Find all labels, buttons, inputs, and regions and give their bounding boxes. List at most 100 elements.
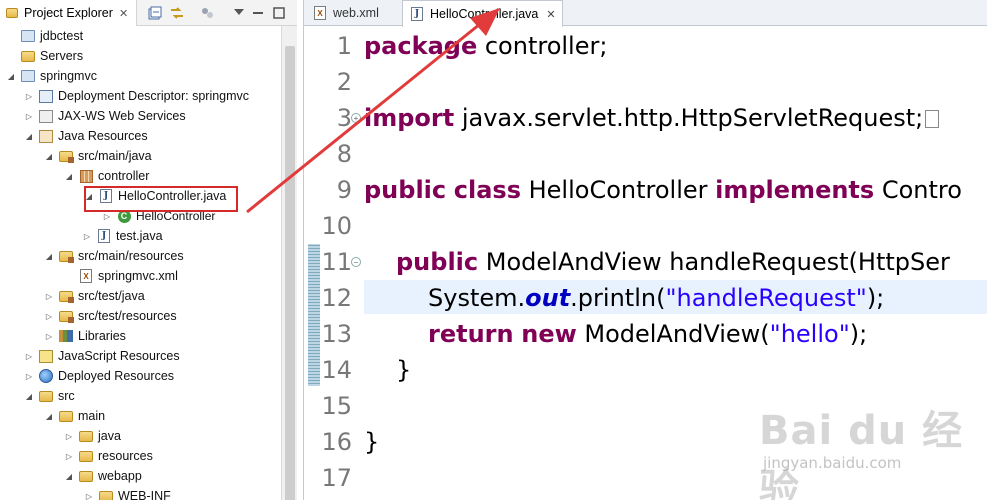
folder-icon: [98, 488, 114, 500]
static-field: out: [525, 284, 571, 312]
keyword: new: [521, 320, 577, 348]
collapsed-arrow-icon[interactable]: ▷: [24, 351, 34, 361]
folded-imports-icon[interactable]: [925, 110, 940, 128]
code-text: }: [396, 356, 412, 384]
tree-item-label: src/test/resources: [78, 309, 177, 323]
code-text: );: [866, 284, 885, 312]
tree-item-label: resources: [98, 449, 153, 463]
editor-tab-bar: X web.xml J HelloController.java ✕: [304, 0, 987, 27]
expanded-arrow-icon[interactable]: ◢: [6, 71, 16, 81]
line-number: 13: [321, 320, 352, 348]
tree-item-webapp[interactable]: ◢ webapp: [0, 466, 281, 486]
code-line-1[interactable]: package controller;: [364, 28, 607, 64]
code-text: Contro: [874, 176, 962, 204]
tab-web-xml[interactable]: X web.xml: [306, 0, 385, 26]
collapse-all-icon[interactable]: [147, 5, 163, 21]
explorer-scrollbar[interactable]: [281, 26, 297, 500]
tree-item-src-main-resources[interactable]: ◢ src/main/resources: [0, 246, 281, 266]
tree-item-springmvc-xml[interactable]: X springmvc.xml: [0, 266, 281, 286]
collapsed-arrow-icon[interactable]: ▷: [64, 431, 74, 441]
tab-hellocontroller-java[interactable]: J HelloController.java ✕: [402, 0, 563, 27]
collapsed-arrow-icon[interactable]: ▷: [102, 211, 112, 221]
collapsed-arrow-icon[interactable]: ▷: [24, 91, 34, 101]
collapsed-arrow-icon[interactable]: ▷: [24, 111, 34, 121]
expanded-arrow-icon[interactable]: ◢: [24, 131, 34, 141]
line-number: 1: [336, 32, 352, 60]
deployment-descriptor-icon: [38, 88, 54, 104]
code-line-3[interactable]: import javax.servlet.http.HttpServletReq…: [364, 100, 940, 136]
line-number: 9: [336, 176, 352, 204]
tree-item-label: Deployment Descriptor: springmvc: [58, 89, 250, 103]
code-line-12[interactable]: System.out.println("handleRequest");: [364, 280, 884, 316]
tree-item-deployment-descriptor[interactable]: ▷ Deployment Descriptor: springmvc: [0, 86, 281, 106]
close-icon[interactable]: ✕: [546, 8, 555, 21]
tree-item-src-test-resources[interactable]: ▷ src/test/resources: [0, 306, 281, 326]
collapsed-arrow-icon[interactable]: ▷: [44, 331, 54, 341]
collapsed-arrow-icon[interactable]: ▷: [84, 491, 94, 500]
tree-item-deployed-resources[interactable]: ▷ Deployed Resources: [0, 366, 281, 386]
keyword: class: [453, 176, 521, 204]
tree-item-label: springmvc: [40, 69, 97, 83]
tree-item-servers[interactable]: Servers: [0, 46, 281, 66]
expanded-arrow-icon[interactable]: ◢: [64, 471, 74, 481]
folder-icon: [58, 408, 74, 424]
expanded-arrow-icon[interactable]: ◢: [64, 171, 74, 181]
tab-label: web.xml: [333, 6, 379, 20]
watermark-logo: Bai du 经验: [759, 408, 964, 500]
tree-item-label: test.java: [116, 229, 163, 243]
tree-item-javascript-resources[interactable]: ▷ JavaScript Resources: [0, 346, 281, 366]
code-line-9[interactable]: public class HelloController implements …: [364, 172, 962, 208]
code-line-16[interactable]: }: [364, 424, 379, 460]
close-icon[interactable]: ✕: [119, 7, 128, 20]
collapsed-arrow-icon[interactable]: ▷: [82, 231, 92, 241]
keyword: public: [396, 248, 479, 276]
line-number: 2: [336, 68, 352, 96]
tree-item-src-test-java[interactable]: ▷ src/test/java: [0, 286, 281, 306]
explorer-scrollbar-thumb[interactable]: [285, 46, 295, 500]
collapsed-arrow-icon[interactable]: ▷: [44, 311, 54, 321]
expanded-arrow-icon[interactable]: ◢: [44, 151, 54, 161]
code-line-13[interactable]: return new ModelAndView("hello");: [364, 316, 867, 352]
tree-item-test-java[interactable]: ▷ J test.java: [0, 226, 281, 246]
tree-item-jdbctest[interactable]: jdbctest: [0, 26, 281, 46]
tree-item-label: JavaScript Resources: [58, 349, 180, 363]
code-line-14[interactable]: }: [364, 352, 411, 388]
collapsed-arrow-icon[interactable]: ▷: [44, 291, 54, 301]
project-explorer-panel: Project Explorer ✕ jdbctest Servers ◢ sp…: [0, 0, 297, 500]
project-tree: jdbctest Servers ◢ springmvc ▷ Deploymen…: [0, 26, 281, 500]
project-explorer-tab[interactable]: Project Explorer ✕: [0, 0, 137, 26]
tree-item-src[interactable]: ◢ src: [0, 386, 281, 406]
code-line-11[interactable]: public ModelAndView handleRequest(HttpSe…: [364, 244, 950, 280]
folder-icon: [78, 448, 94, 464]
expanded-arrow-icon[interactable]: ◢: [44, 411, 54, 421]
string-literal: "handleRequest": [665, 284, 867, 312]
minimize-icon[interactable]: [250, 5, 266, 21]
expanded-arrow-icon[interactable]: ◢: [24, 391, 34, 401]
tree-item-src-main-java[interactable]: ◢ src/main/java: [0, 146, 281, 166]
view-menu-icon[interactable]: [231, 5, 247, 21]
expand-fold-icon[interactable]: +: [351, 113, 361, 123]
maximize-icon[interactable]: [271, 5, 287, 21]
tree-item-label: Servers: [40, 49, 84, 63]
tree-item-label: src: [58, 389, 75, 403]
collapsed-arrow-icon[interactable]: ▷: [64, 451, 74, 461]
tree-item-web-inf[interactable]: ▷ WEB-INF: [0, 486, 281, 500]
collapse-fold-icon[interactable]: −: [351, 257, 361, 267]
tree-item-springmvc[interactable]: ◢ springmvc: [0, 66, 281, 86]
expanded-arrow-icon[interactable]: ◢: [44, 251, 54, 261]
tree-item-resources[interactable]: ▷ resources: [0, 446, 281, 466]
tree-item-controller[interactable]: ◢ controller: [0, 166, 281, 186]
tree-item-libraries[interactable]: ▷ Libraries: [0, 326, 281, 346]
deployed-resources-icon: [38, 368, 54, 384]
tree-item-label: java: [98, 429, 121, 443]
tree-item-label: jdbctest: [40, 29, 84, 43]
tree-item-java-resources[interactable]: ◢ Java Resources: [0, 126, 281, 146]
collapsed-arrow-icon[interactable]: ▷: [24, 371, 34, 381]
tree-item-main[interactable]: ◢ main: [0, 406, 281, 426]
focus-icon[interactable]: [199, 5, 215, 21]
tree-item-label: src/main/java: [78, 149, 152, 163]
link-with-editor-icon[interactable]: [169, 5, 185, 21]
tree-item-jax-ws[interactable]: ▷ JAX-WS Web Services: [0, 106, 281, 126]
code-text: .println(: [570, 284, 666, 312]
tree-item-java[interactable]: ▷ java: [0, 426, 281, 446]
